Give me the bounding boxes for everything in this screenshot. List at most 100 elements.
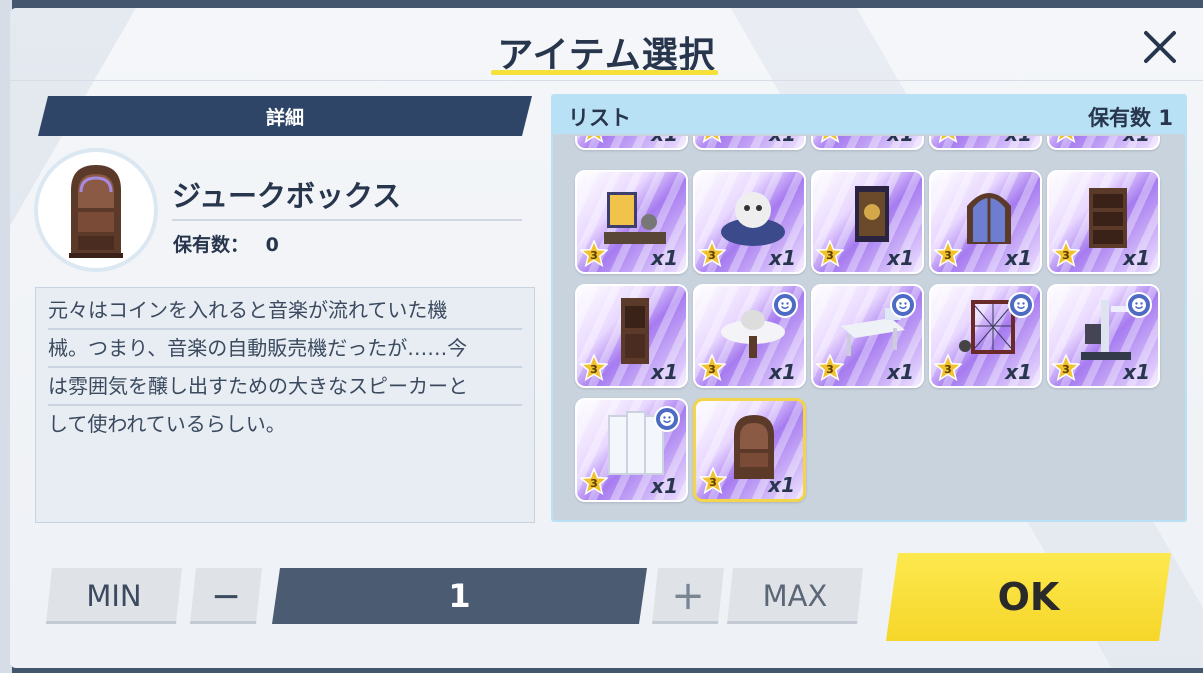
star-icon: 3 xyxy=(584,136,604,144)
rarity-label: 3 xyxy=(944,136,952,138)
rarity-label: 3 xyxy=(708,249,716,262)
item-card-item-partial-1[interactable]: 3 x1 xyxy=(575,136,688,150)
interaction-badge xyxy=(1126,292,1152,318)
list-owned-count: 保有数 1 xyxy=(1088,106,1173,130)
star-icon: 3 xyxy=(820,136,840,144)
smile-icon xyxy=(660,412,674,426)
item-card-poster[interactable]: 3 x1 xyxy=(811,170,924,274)
star-icon: 3 xyxy=(580,354,608,382)
rarity-label: 3 xyxy=(944,363,952,376)
max-button[interactable]: MAX xyxy=(727,568,863,624)
item-quantity: x1 xyxy=(651,360,678,384)
rarity-label: 3 xyxy=(1062,136,1070,138)
rarity-label: 3 xyxy=(1062,363,1070,376)
item-quantity: x1 xyxy=(1005,246,1032,270)
item-description: 元々はコインを入れると音楽が流れていた機 械。つまり、音楽の自動販売機だったが…… xyxy=(35,287,535,523)
item-quantity: x1 xyxy=(1123,246,1150,270)
list-header: リスト 保有数 1 xyxy=(553,96,1185,134)
interaction-badge xyxy=(890,292,916,318)
item-card-tall-cabinet[interactable]: 3 x1 xyxy=(575,284,688,388)
tall-cabinet-icon xyxy=(621,298,649,364)
smile-icon xyxy=(778,298,792,312)
smile-icon xyxy=(896,298,910,312)
close-button[interactable] xyxy=(1137,24,1183,70)
star-icon: 3 xyxy=(702,136,722,144)
item-quantity: x1 xyxy=(1005,136,1032,146)
star-icon: 3 xyxy=(1052,354,1080,382)
item-card-exercise-machine[interactable]: 3 x1 xyxy=(1047,284,1160,388)
item-card-jukebox[interactable]: 3 x1 xyxy=(693,398,806,502)
item-quantity: x1 xyxy=(769,360,796,384)
header-divider xyxy=(10,80,1203,81)
star-icon: 3 xyxy=(816,240,844,268)
interaction-badge xyxy=(654,406,680,432)
description-line: 元々はコインを入れると音楽が流れていた機 xyxy=(48,292,522,330)
item-card-net-frame[interactable]: 3 x1 xyxy=(929,284,1042,388)
star-icon: 3 xyxy=(698,240,726,268)
star-icon: 3 xyxy=(699,467,727,495)
star-icon: 3 xyxy=(698,354,726,382)
item-card-bookshelf[interactable]: 3 x1 xyxy=(1047,170,1160,274)
item-quantity: x1 xyxy=(887,360,914,384)
rarity-label: 3 xyxy=(826,249,834,262)
item-card-item-partial-4[interactable]: 3 x1 xyxy=(929,136,1042,150)
star-icon: 3 xyxy=(938,136,958,144)
item-name: ジュークボックス xyxy=(172,179,402,213)
description-line: は雰囲気を醸し出すための大きなスピーカーと xyxy=(48,368,522,406)
star-icon: 3 xyxy=(934,354,962,382)
art-desk-icon xyxy=(604,192,666,244)
item-card-item-partial-2[interactable]: 3 x1 xyxy=(693,136,806,150)
smile-icon xyxy=(1132,298,1146,312)
name-divider xyxy=(172,219,522,221)
item-quantity: x1 xyxy=(768,473,795,497)
list-title: リスト xyxy=(568,106,631,130)
close-icon xyxy=(1144,31,1176,63)
item-card-white-bench[interactable]: 3 x1 xyxy=(811,284,924,388)
star-icon: 3 xyxy=(1056,136,1076,144)
jukebox-icon xyxy=(69,165,123,258)
item-card-art-desk[interactable]: 3 x1 xyxy=(575,170,688,274)
rarity-label: 3 xyxy=(826,136,834,138)
item-quantity: x1 xyxy=(1005,360,1032,384)
item-select-dialog: アイテム選択 詳細 ジュークボックス 保有数： 0 元々はコインを入れると音楽が… xyxy=(10,8,1203,668)
item-card-arched-window[interactable]: 3 x1 xyxy=(929,170,1042,274)
rarity-label: 3 xyxy=(709,476,717,489)
owned-label: 保有数： xyxy=(173,234,250,256)
item-card-item-partial-3[interactable]: 3 x1 xyxy=(811,136,924,150)
title-underline xyxy=(491,70,718,75)
bookshelf-icon xyxy=(1089,188,1127,248)
item-card-item-partial-5[interactable]: 3 x1 xyxy=(1047,136,1160,150)
item-quantity: x1 xyxy=(769,136,796,146)
ok-button[interactable]: OK xyxy=(886,553,1171,641)
item-quantity: x1 xyxy=(651,474,678,498)
rarity-label: 3 xyxy=(708,363,716,376)
rarity-label: 3 xyxy=(590,136,598,138)
item-card-plush-set[interactable]: 3 x1 xyxy=(693,170,806,274)
interaction-badge xyxy=(772,292,798,318)
item-card-tea-table[interactable]: 3 x1 xyxy=(693,284,806,388)
item-list-panel: リスト 保有数 1 3 x1 3 x1 3 x1 3 x1 3 x1 3 x1 3 x1 3 x1 3 x1 3 x1… xyxy=(551,94,1187,522)
rarity-label: 3 xyxy=(708,136,716,138)
item-quantity: x1 xyxy=(887,246,914,270)
star-icon: 3 xyxy=(580,240,608,268)
rarity-label: 3 xyxy=(590,363,598,376)
item-quantity: x1 xyxy=(651,136,678,146)
owned-value: 0 xyxy=(265,234,279,256)
item-quantity: x1 xyxy=(887,136,914,146)
item-card-folding-mirror[interactable]: 3 x1 xyxy=(575,398,688,502)
smile-icon xyxy=(1014,298,1028,312)
plus-button[interactable]: + xyxy=(652,568,724,624)
minus-button[interactable]: − xyxy=(190,568,262,624)
min-button[interactable]: MIN xyxy=(46,568,182,624)
item-quantity: x1 xyxy=(1123,360,1150,384)
interaction-badge xyxy=(1008,292,1034,318)
item-quantity: x1 xyxy=(1123,136,1150,146)
description-line: 械。つまり、音楽の自動販売機だったが……今 xyxy=(48,330,522,368)
item-grid[interactable]: 3 x1 3 x1 3 x1 3 x1 3 x1 3 x1 3 x1 3 x1 3 x1 3 x1 3 x1 3 x1 3 x1 3… xyxy=(565,136,1175,518)
rarity-label: 3 xyxy=(826,363,834,376)
arched-window-icon xyxy=(967,193,1011,244)
plush-set-icon xyxy=(721,192,785,246)
poster-icon xyxy=(855,186,889,242)
rarity-label: 3 xyxy=(590,477,598,490)
rarity-label: 3 xyxy=(944,249,952,262)
